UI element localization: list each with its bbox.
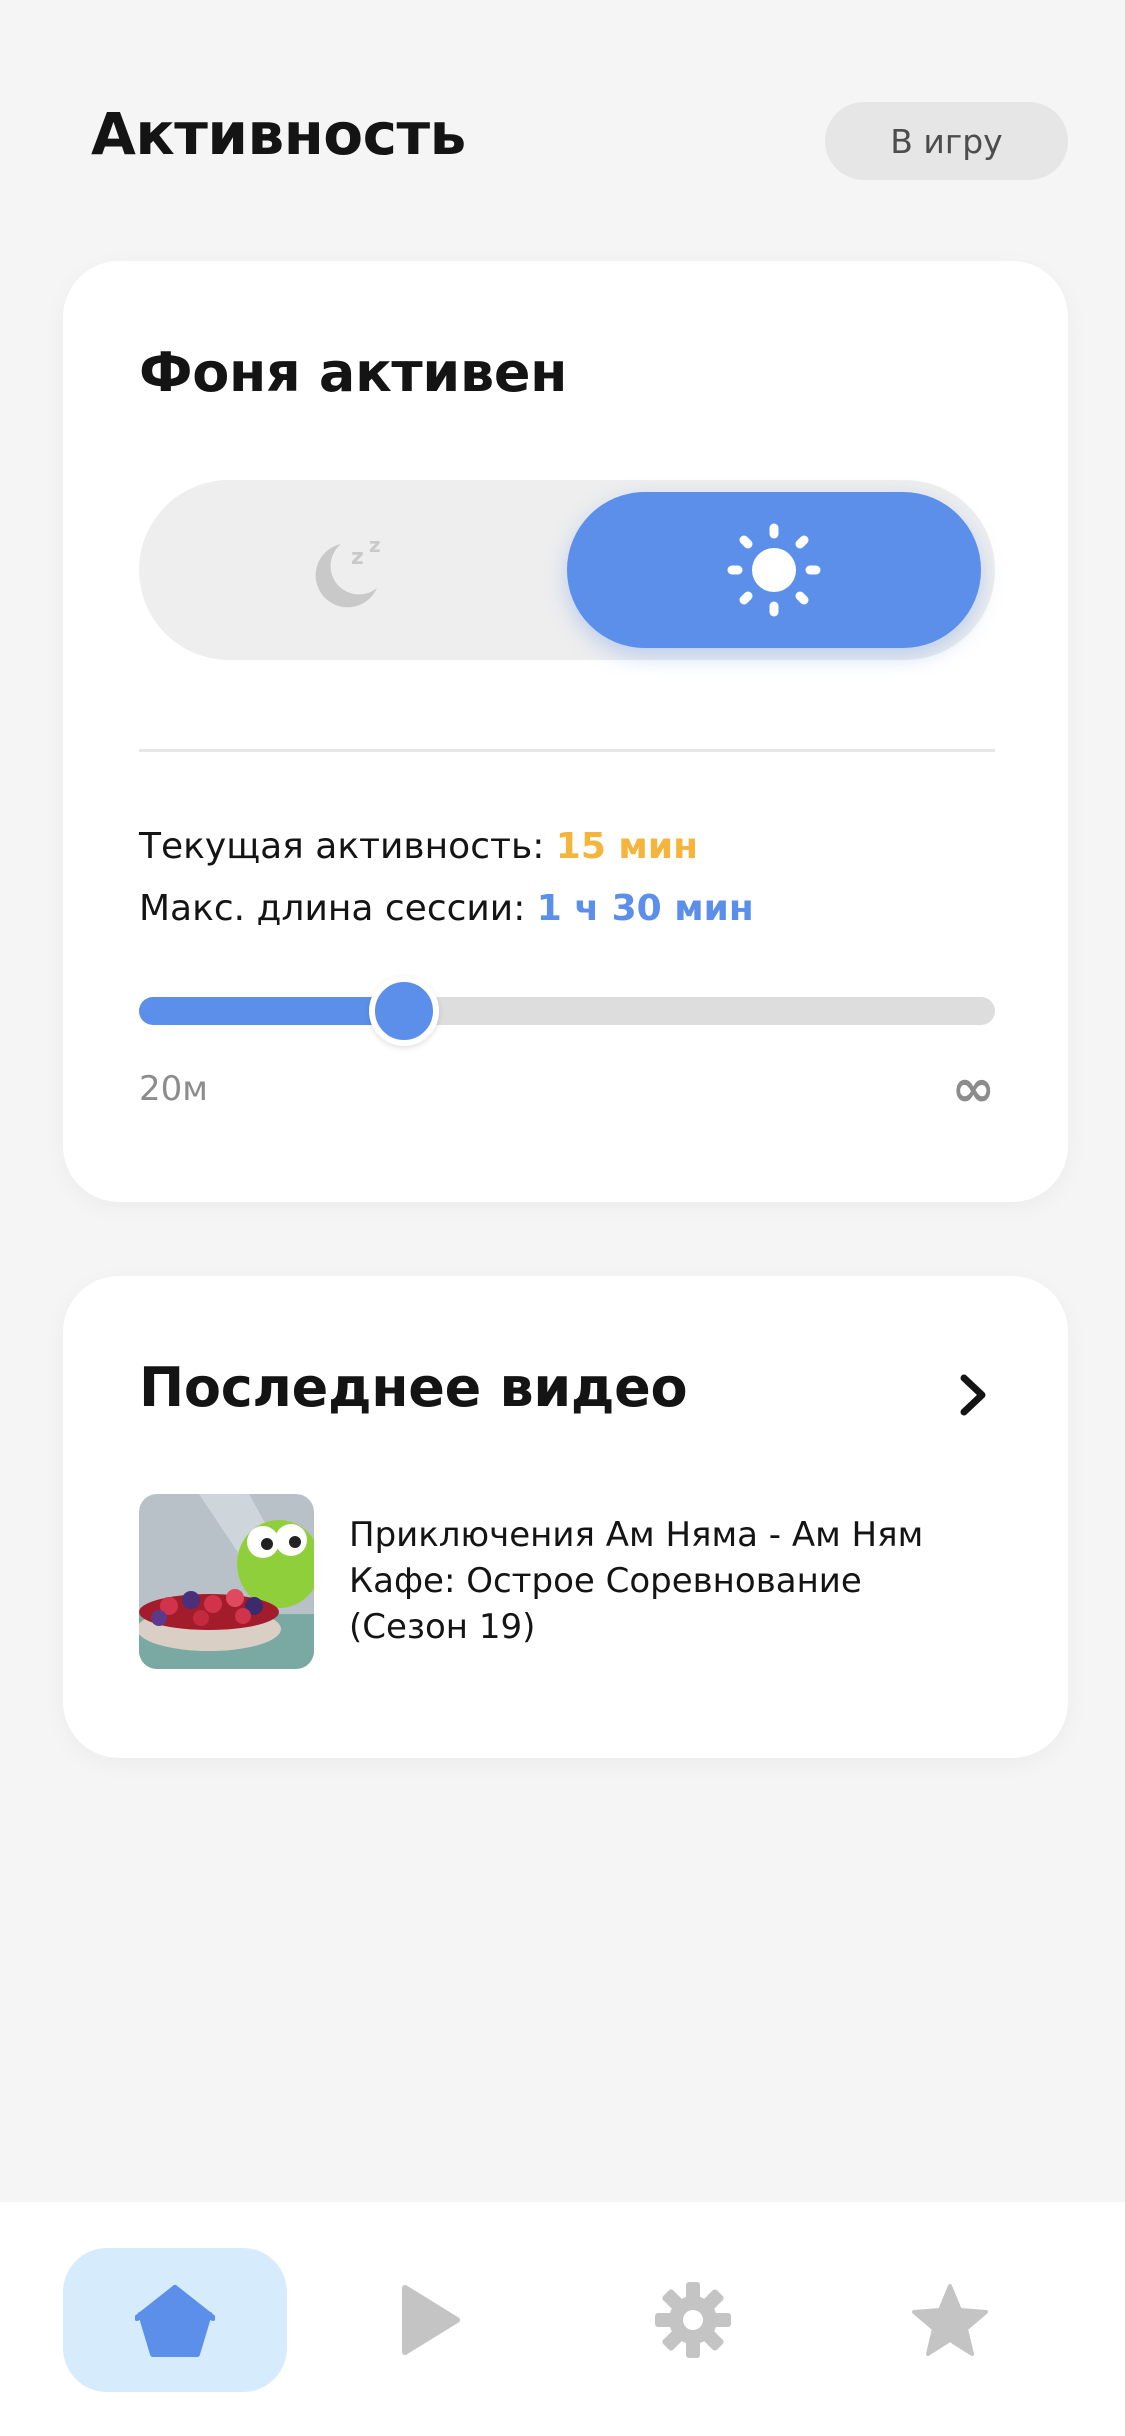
sleep-mode-option[interactable]: z z <box>139 480 567 660</box>
slider-fill <box>139 997 404 1025</box>
nav-item-play[interactable] <box>318 2248 542 2392</box>
moon-zzz-icon: z z <box>315 533 381 608</box>
slider-min-label: 20м <box>139 1069 208 1109</box>
current-activity-value: 15 мин <box>555 826 698 867</box>
svg-text:z: z <box>351 545 364 570</box>
gear-icon <box>655 2282 731 2358</box>
sun-icon <box>727 523 821 617</box>
activity-card-title: Фоня активен <box>139 341 568 404</box>
bottom-nav <box>0 2202 1125 2436</box>
slider-max-label: ∞ <box>951 1059 995 1119</box>
max-session-row: Макс. длина сессии: 1 ч 30 мин <box>139 888 754 929</box>
slider-thumb[interactable] <box>369 976 439 1046</box>
star-icon <box>912 2284 988 2356</box>
activity-card: Фоня активен z z Текущая активность: 15 … <box>63 261 1068 1202</box>
chevron-right-icon[interactable] <box>952 1370 996 1420</box>
play-icon <box>402 2285 460 2355</box>
current-activity-row: Текущая активность: 15 мин <box>139 826 698 867</box>
video-title: Приключения Ам Няма - Ам Ням Кафе: Остро… <box>349 1515 924 1647</box>
page-title: Активность <box>91 100 466 168</box>
nav-item-home[interactable] <box>63 2248 287 2392</box>
current-activity-label: Текущая активность: <box>139 826 545 867</box>
active-mode-option[interactable] <box>567 492 981 648</box>
last-video-card: Последнее видео Приключения Ам Няма - Ам… <box>63 1276 1068 1758</box>
session-length-slider[interactable] <box>139 976 995 1046</box>
max-session-label: Макс. длина сессии: <box>139 888 526 929</box>
video-list-item[interactable]: Приключения Ам Няма - Ам Ням Кафе: Остро… <box>139 1494 999 1670</box>
nav-item-favorites[interactable] <box>838 2248 1062 2392</box>
max-session-value: 1 ч 30 мин <box>536 888 754 929</box>
activity-screen: Активность В игру Фоня активен z z Текущ… <box>0 0 1125 2436</box>
svg-text:z: z <box>369 533 381 557</box>
video-thumbnail <box>139 1494 314 1669</box>
to-game-button[interactable]: В игру <box>825 102 1068 180</box>
last-video-title: Последнее видео <box>139 1356 688 1419</box>
activity-mode-toggle[interactable]: z z <box>139 480 995 660</box>
divider <box>139 749 995 752</box>
nav-item-settings[interactable] <box>581 2248 805 2392</box>
home-icon <box>135 2280 215 2357</box>
